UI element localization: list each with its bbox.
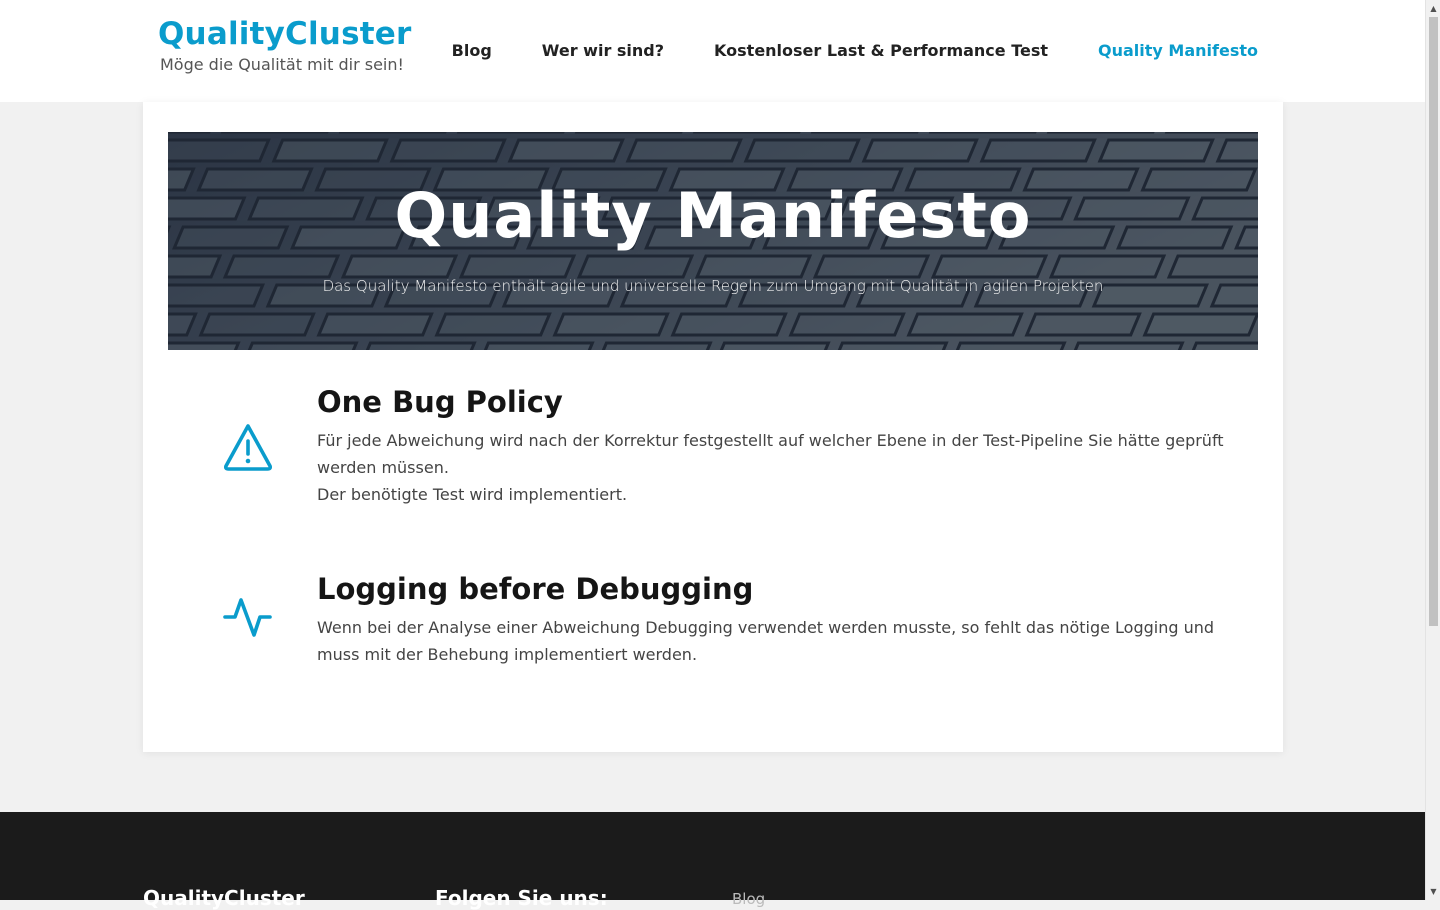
feature-title: Logging before Debugging <box>317 572 754 606</box>
site-tagline: Möge die Qualität mit dir sein! <box>160 55 404 74</box>
vertical-scrollbar[interactable]: ▲ ▼ <box>1425 0 1440 900</box>
activity-pulse-icon <box>220 589 276 645</box>
feature-text: Wenn bei der Analyse einer Abweichung De… <box>317 618 1215 664</box>
main-nav: Blog Wer wir sind? Kostenloser Last & Pe… <box>452 38 1258 64</box>
hero-title: Quality Manifesto <box>394 179 1032 252</box>
scrollbar-thumb[interactable] <box>1429 17 1438 626</box>
hero-subtitle: Das Quality Manifesto enthält agile und … <box>322 277 1104 295</box>
footer-title-qualitycluster: QualityCluster <box>143 886 305 910</box>
scroll-up-arrow-icon[interactable]: ▲ <box>1426 0 1440 17</box>
page: QualityCluster Möge die Qualität mit dir… <box>0 0 1425 910</box>
nav-item-blog[interactable]: Blog <box>452 38 492 64</box>
footer-title-follow-us: Folgen Sie uns: <box>435 886 608 910</box>
warning-triangle-icon <box>220 419 276 475</box>
site-title-link[interactable]: QualityCluster <box>158 14 411 54</box>
footer-link-blog[interactable]: Blog <box>732 890 765 908</box>
feature-text-line-1: Für jede Abweichung wird nach der Korrek… <box>317 431 1224 477</box>
feature-text: Für jede Abweichung wird nach der Korrek… <box>317 427 1242 508</box>
feature-title: One Bug Policy <box>317 385 563 419</box>
scroll-down-arrow-icon[interactable]: ▼ <box>1426 883 1440 900</box>
site-footer: QualityCluster Folgen Sie uns: Blog <box>0 812 1425 910</box>
feature-text-line-2: Der benötigte Test wird implementiert. <box>317 485 628 504</box>
hero-banner: Quality Manifesto Das Quality Manifesto … <box>168 132 1258 350</box>
nav-item-performance-test[interactable]: Kostenloser Last & Performance Test <box>714 38 1048 64</box>
content-card: Quality Manifesto Das Quality Manifesto … <box>143 102 1283 752</box>
nav-item-wer-wir-sind[interactable]: Wer wir sind? <box>542 38 664 64</box>
nav-item-quality-manifesto[interactable]: Quality Manifesto <box>1098 38 1258 64</box>
brand: QualityCluster Möge die Qualität mit dir… <box>158 14 411 76</box>
site-header: QualityCluster Möge die Qualität mit dir… <box>0 0 1425 102</box>
